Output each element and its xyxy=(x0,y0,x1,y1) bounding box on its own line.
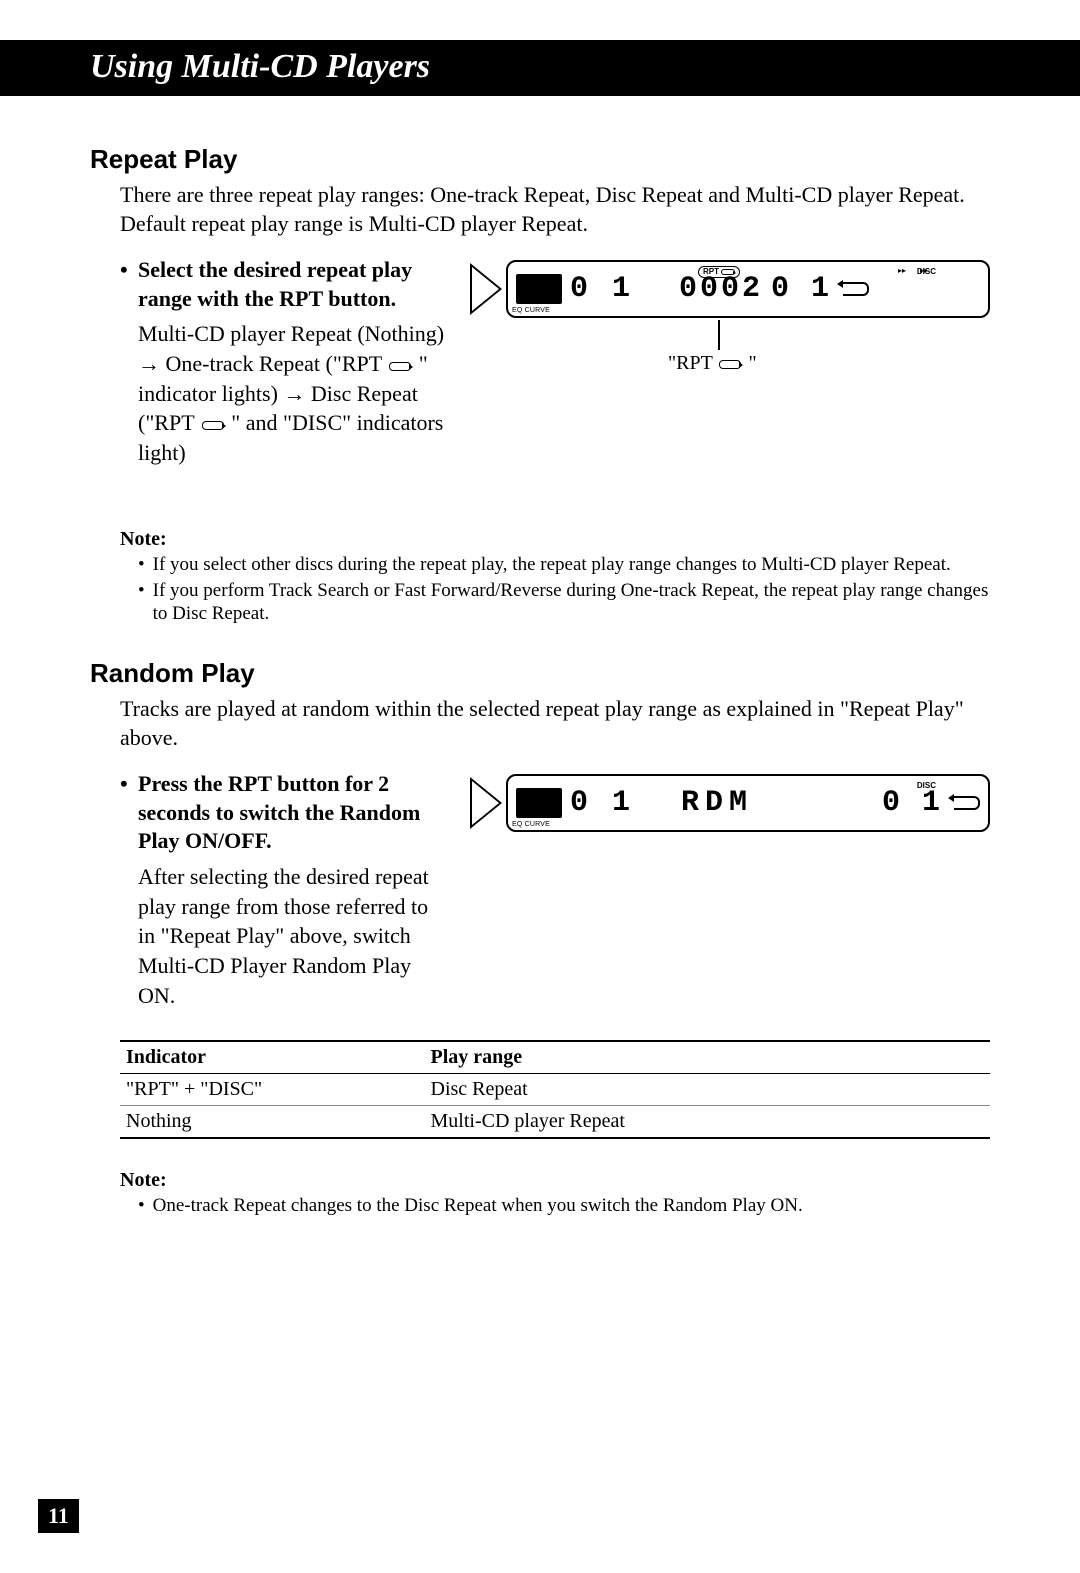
rpt-text: RPT xyxy=(703,267,719,277)
cell-indicator: Nothing xyxy=(120,1106,425,1139)
lcd-wrap: 0 1 RDM DISC 0 1 xyxy=(470,774,990,832)
note-item: One-track Repeat changes to the Disc Rep… xyxy=(138,1194,990,1218)
repeat-notes: If you select other discs during the rep… xyxy=(138,553,990,626)
callout-close: " xyxy=(743,352,756,374)
callout-text: "RPT " xyxy=(668,352,757,375)
play-triangle-icon xyxy=(470,777,502,829)
loop-icon xyxy=(202,421,224,430)
random-step-heading-text: Press the RPT button for 2 seconds to sw… xyxy=(138,770,450,856)
loop-icon xyxy=(719,360,741,369)
table-row: Nothing Multi-CD player Repeat xyxy=(120,1106,990,1139)
repeat-icon xyxy=(843,282,869,296)
th-indicator: Indicator xyxy=(120,1041,425,1074)
note-item: If you select other discs during the rep… xyxy=(138,553,990,577)
header-title: Using Multi-CD Players xyxy=(90,48,430,85)
rpt-indicator: RPT xyxy=(698,266,740,278)
cell-playrange: Disc Repeat xyxy=(425,1074,991,1106)
callout-label: "RPT xyxy=(668,352,717,374)
loop-icon xyxy=(721,269,735,275)
lcd-mid: RDM xyxy=(681,786,753,820)
repeat-icon xyxy=(954,796,980,810)
indicator-table-wrap: Indicator Play range "RPT" + "DISC" Disc… xyxy=(120,1040,990,1139)
table-row: "RPT" + "DISC" Disc Repeat xyxy=(120,1074,990,1106)
eq-curve-icon xyxy=(516,788,562,818)
lcd-left: 0 1 xyxy=(570,786,633,820)
lcd-left: 0 1 xyxy=(570,272,633,306)
note-heading: Note: xyxy=(120,1169,990,1192)
note-text: If you select other discs during the rep… xyxy=(153,553,951,577)
play-triangle-icon xyxy=(470,263,502,315)
random-intro: Tracks are played at random within the s… xyxy=(120,695,990,752)
callout-line xyxy=(718,320,720,350)
bullet-icon: • xyxy=(120,256,138,313)
section-heading-random: Random Play xyxy=(90,658,990,689)
random-notes: One-track Repeat changes to the Disc Rep… xyxy=(138,1194,990,1218)
loop-icon xyxy=(389,362,411,371)
note-heading: Note: xyxy=(120,528,990,551)
repeat-step-body: Multi-CD player Repeat (Nothing) → One-t… xyxy=(138,319,450,467)
lcd-right: 0 1 xyxy=(882,786,942,820)
repeat-intro: There are three repeat play ranges: One-… xyxy=(120,181,990,238)
repeat-step-heading: • Select the desired repeat play range w… xyxy=(120,256,450,313)
cell-indicator: "RPT" + "DISC" xyxy=(120,1074,425,1106)
indicator-table: Indicator Play range "RPT" + "DISC" Disc… xyxy=(120,1040,990,1139)
random-display-col: 0 1 RDM DISC 0 1 xyxy=(470,770,990,1010)
random-step-row: • Press the RPT button for 2 seconds to … xyxy=(120,770,990,1010)
eq-curve-icon xyxy=(516,274,562,304)
page-content: Repeat Play There are three repeat play … xyxy=(0,96,1080,1218)
page-number: 11 xyxy=(38,1499,79,1533)
lcd-right: 0 1 xyxy=(771,272,831,306)
page-header: Using Multi-CD Players xyxy=(0,40,1080,96)
lcd-display: 0 1 RDM DISC 0 1 xyxy=(506,774,990,832)
disc-indicator: DISC xyxy=(917,267,936,276)
note-text: One-track Repeat changes to the Disc Rep… xyxy=(153,1194,803,1218)
repeat-display-col: 0 1 RPT ▸▸▸▸ 0002 DISC 0 1 "RPT " xyxy=(470,256,990,468)
th-playrange: Play range xyxy=(425,1041,991,1074)
bullet-icon: • xyxy=(120,770,138,856)
cell-playrange: Multi-CD player Repeat xyxy=(425,1106,991,1139)
note-item: If you perform Track Search or Fast Forw… xyxy=(138,579,990,627)
repeat-step-heading-text: Select the desired repeat play range wit… xyxy=(138,256,450,313)
section-heading-repeat: Repeat Play xyxy=(90,144,990,175)
repeat-step-text: • Select the desired repeat play range w… xyxy=(120,256,450,468)
random-step-body: After selecting the desired repeat play … xyxy=(138,862,450,1010)
lcd-wrap: 0 1 RPT ▸▸▸▸ 0002 DISC 0 1 xyxy=(470,260,990,318)
disc-indicator: DISC xyxy=(917,781,936,790)
note-text: If you perform Track Search or Fast Forw… xyxy=(153,579,990,627)
random-step-text: • Press the RPT button for 2 seconds to … xyxy=(120,770,450,1010)
random-step-heading: • Press the RPT button for 2 seconds to … xyxy=(120,770,450,856)
repeat-step-row: • Select the desired repeat play range w… xyxy=(120,256,990,468)
lcd-display: 0 1 RPT ▸▸▸▸ 0002 DISC 0 1 xyxy=(506,260,990,318)
